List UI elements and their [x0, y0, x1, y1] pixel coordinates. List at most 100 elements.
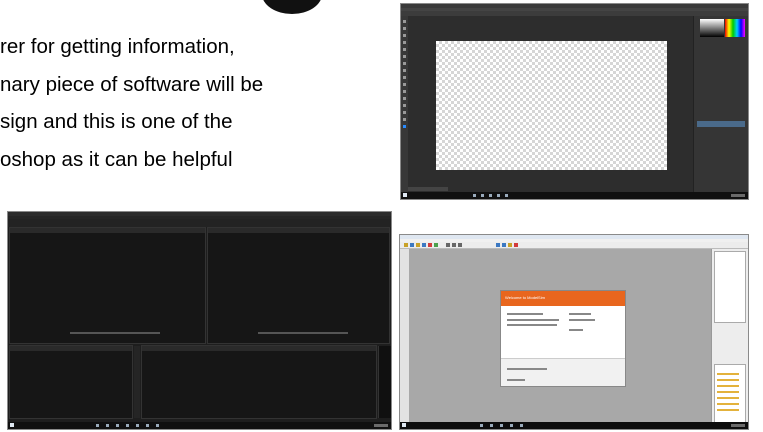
tree-item — [717, 391, 739, 393]
layer-row — [697, 121, 745, 127]
premiere-tools-column — [134, 346, 140, 418]
toolbar-icon — [502, 243, 506, 247]
toolbar-icon — [446, 243, 450, 247]
taskbar — [401, 192, 748, 199]
color-swatch — [725, 19, 745, 37]
tree-item — [717, 379, 739, 381]
toolbar-icon — [452, 243, 456, 247]
windows-start-icon — [402, 423, 406, 427]
tree-item — [717, 397, 739, 399]
project-tree-pane — [714, 364, 746, 424]
welcome-dialog-footer — [501, 358, 625, 386]
foreground-color-icon — [403, 125, 406, 128]
taskbar-app-icon — [480, 424, 483, 427]
source-monitor-panel — [9, 227, 206, 344]
taskbar-app-icon — [116, 424, 119, 427]
tool-icon — [403, 20, 406, 23]
taskbar-app-icon — [505, 194, 508, 197]
photoshop-transparent-canvas — [436, 41, 667, 170]
system-tray — [374, 424, 388, 427]
photoshop-right-panels — [693, 16, 748, 192]
tree-item — [717, 403, 739, 405]
welcome-dialog-header: Welcome to ModelSim — [501, 291, 625, 306]
properties-pane — [714, 251, 746, 323]
dialog-text-line — [569, 329, 583, 331]
windows-start-icon — [403, 193, 407, 197]
panel-tab — [208, 228, 389, 233]
tool-icon — [403, 83, 406, 86]
modelsim-welcome-dialog: Welcome to ModelSim — [500, 290, 626, 387]
taskbar-app-icon — [489, 194, 492, 197]
toolbar-icon — [434, 243, 438, 247]
dialog-text-line — [507, 313, 543, 315]
tool-icon — [403, 62, 406, 65]
document-text-line-2: nary piece of software will be — [0, 73, 264, 96]
taskbar-app-icon — [490, 424, 493, 427]
windows-start-icon — [10, 423, 14, 427]
dialog-text-line — [569, 313, 591, 315]
tool-icon — [403, 111, 406, 114]
toolbar-icon — [458, 243, 462, 247]
modelsim-screenshot: Welcome to ModelSim — [399, 234, 749, 430]
taskbar-app-icon — [106, 424, 109, 427]
dialog-text-line — [569, 319, 595, 321]
photoshop-screenshot — [400, 3, 749, 200]
toolbar-icon — [496, 243, 500, 247]
taskbar-app-icon — [481, 194, 484, 197]
tool-icon — [403, 118, 406, 121]
timeline-panel — [141, 345, 377, 419]
tool-icon — [403, 34, 406, 37]
toolbar-icon — [404, 243, 408, 247]
photoshop-status-bar — [408, 187, 448, 191]
toolbar-icon — [428, 243, 432, 247]
taskbar-app-icon — [156, 424, 159, 427]
taskbar-app-icon — [497, 194, 500, 197]
panel-tab — [142, 346, 376, 351]
premiere-screenshot — [7, 211, 392, 430]
color-picker — [700, 19, 724, 37]
tree-item — [717, 385, 739, 387]
modelsim-left-toolbar — [400, 249, 409, 422]
dialog-text-line — [507, 379, 525, 381]
tool-icon — [403, 27, 406, 30]
tree-item — [717, 373, 739, 375]
photoshop-tools-panel — [401, 16, 408, 192]
panel-tab — [10, 228, 205, 233]
tool-icon — [403, 104, 406, 107]
taskbar-app-icon — [96, 424, 99, 427]
taskbar-app-icon — [146, 424, 149, 427]
document-text-line-4: oshop as it can be helpful — [0, 148, 233, 171]
toolbar-icon — [416, 243, 420, 247]
document-text-line-1: rer for getting information, — [0, 35, 235, 58]
tool-icon — [403, 69, 406, 72]
taskbar-app-icon — [500, 424, 503, 427]
tool-icon — [403, 76, 406, 79]
tree-item — [717, 409, 739, 411]
taskbar-app-icon — [136, 424, 139, 427]
system-tray — [731, 424, 745, 427]
program-monitor-panel — [207, 227, 390, 344]
tool-icon — [403, 55, 406, 58]
toolbar-icon — [410, 243, 414, 247]
taskbar-app-icon — [126, 424, 129, 427]
toolbar-icon — [422, 243, 426, 247]
taskbar-app-icon — [510, 424, 513, 427]
dialog-text-line — [507, 368, 547, 370]
panel-tab — [10, 346, 132, 351]
toolbar-icon — [508, 243, 512, 247]
toolbar-icon — [514, 243, 518, 247]
tool-icon — [403, 48, 406, 51]
dialog-text-line — [507, 319, 559, 321]
taskbar-app-icon — [520, 424, 523, 427]
transport-controls — [258, 332, 348, 334]
welcome-dialog-title: Welcome to ModelSim — [505, 295, 545, 300]
premiere-workspace-bar — [8, 219, 391, 227]
dialog-text-line — [507, 324, 557, 326]
taskbar — [8, 422, 391, 429]
audio-meter — [378, 346, 391, 418]
system-tray — [731, 194, 745, 197]
transport-controls — [70, 332, 160, 334]
taskbar-app-icon — [473, 194, 476, 197]
taskbar — [400, 422, 748, 429]
document-text-line-3: sign and this is one of the — [0, 110, 233, 133]
